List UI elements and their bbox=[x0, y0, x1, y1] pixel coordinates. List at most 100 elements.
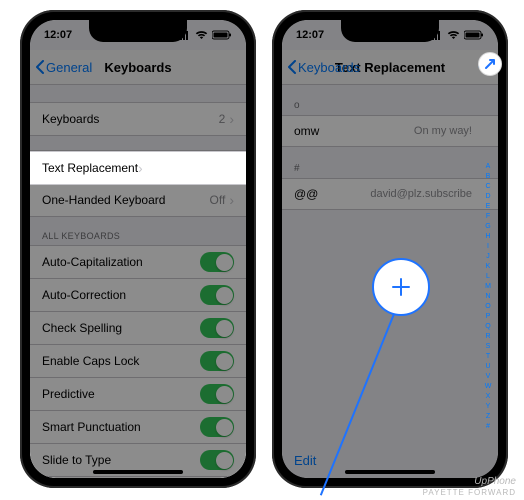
index-letter[interactable]: Q bbox=[482, 322, 494, 332]
index-letter[interactable]: # bbox=[482, 422, 494, 432]
index-strip[interactable]: ABCDEFGHIJKLMNOPQRSTUVWXYZ# bbox=[482, 162, 494, 438]
annotation-add-highlight bbox=[478, 52, 502, 76]
nav-title: Keyboards bbox=[104, 60, 171, 75]
phrase-label: omw bbox=[294, 124, 319, 138]
index-letter[interactable]: E bbox=[482, 202, 494, 212]
index-letter[interactable]: N bbox=[482, 292, 494, 302]
phrase-label: @@ bbox=[294, 187, 318, 201]
index-letter[interactable]: W bbox=[482, 382, 494, 392]
chevron-left-icon bbox=[36, 60, 44, 74]
home-indicator[interactable] bbox=[93, 470, 183, 474]
replacement-row[interactable]: @@ david@plz.subscribe bbox=[282, 178, 498, 210]
toggle-switch[interactable] bbox=[200, 252, 234, 272]
toggle-label: Auto-Capitalization bbox=[42, 255, 143, 269]
index-letter[interactable]: V bbox=[482, 372, 494, 382]
toggle-label: Auto-Correction bbox=[42, 288, 126, 302]
toggle-switch[interactable] bbox=[200, 351, 234, 371]
status-time: 12:07 bbox=[296, 29, 324, 41]
index-letter[interactable]: B bbox=[482, 172, 494, 182]
toggle-label: Check Spelling bbox=[42, 321, 122, 335]
replacement-label: david@plz.subscribe bbox=[370, 188, 472, 200]
back-button[interactable]: General bbox=[36, 60, 92, 75]
toggle-row[interactable]: Auto-Capitalization bbox=[30, 245, 246, 279]
watermark-l2: PAYETTE FORWARD bbox=[423, 487, 516, 498]
back-button[interactable]: Keyboards bbox=[288, 60, 360, 75]
index-letter[interactable]: J bbox=[482, 252, 494, 262]
index-letter[interactable]: K bbox=[482, 262, 494, 272]
keyboards-label: Keyboards bbox=[42, 112, 99, 126]
chevron-right-icon: › bbox=[138, 160, 143, 176]
index-letter[interactable]: A bbox=[482, 162, 494, 172]
toggles-list: Auto-Capitalization Auto-Correction Check … bbox=[30, 245, 246, 478]
toggle-label: Enable Caps Lock bbox=[42, 354, 139, 368]
index-letter[interactable]: G bbox=[482, 222, 494, 232]
status-time: 12:07 bbox=[44, 29, 72, 41]
screen-right: 12:07 Keyboards Text Replacement + o omw O… bbox=[282, 20, 498, 478]
index-letter[interactable]: R bbox=[482, 332, 494, 342]
phone-right: 12:07 Keyboards Text Replacement + o omw O… bbox=[272, 10, 508, 488]
toggle-row[interactable]: Delete Slide-to-Type by Word bbox=[30, 477, 246, 478]
toggle-switch[interactable] bbox=[200, 384, 234, 404]
toggle-switch[interactable] bbox=[200, 417, 234, 437]
annotation-plus-callout bbox=[372, 258, 430, 316]
toggle-row[interactable]: Auto-Correction bbox=[30, 279, 246, 312]
section-header: # bbox=[282, 147, 498, 178]
index-letter[interactable]: X bbox=[482, 392, 494, 402]
nav-bar: Keyboards Text Replacement + bbox=[282, 50, 498, 85]
index-letter[interactable]: L bbox=[482, 272, 494, 282]
watermark-l1: UpPhone bbox=[423, 476, 516, 487]
edit-button[interactable]: Edit bbox=[294, 453, 316, 468]
chevron-left-icon bbox=[288, 60, 296, 74]
battery-icon bbox=[212, 30, 232, 40]
toggle-row[interactable]: Check Spelling bbox=[30, 312, 246, 345]
keyboards-count: 2 bbox=[219, 112, 226, 126]
index-letter[interactable]: Z bbox=[482, 412, 494, 422]
text-replacement-highlight[interactable]: Text Replacement › bbox=[30, 152, 246, 184]
toggle-label: Predictive bbox=[42, 387, 95, 401]
toggle-row[interactable]: Smart Punctuation bbox=[30, 411, 246, 444]
keyboards-row[interactable]: Keyboards 2› bbox=[30, 102, 246, 136]
index-letter[interactable]: S bbox=[482, 342, 494, 352]
index-letter[interactable]: O bbox=[482, 302, 494, 312]
arrow-icon bbox=[483, 57, 497, 71]
index-letter[interactable]: P bbox=[482, 312, 494, 322]
replacement-row[interactable]: omw On my way! bbox=[282, 115, 498, 147]
one-handed-value: Off bbox=[210, 193, 226, 207]
battery-icon bbox=[464, 30, 484, 40]
index-letter[interactable]: T bbox=[482, 352, 494, 362]
watermark: UpPhone PAYETTE FORWARD bbox=[423, 476, 516, 498]
back-label: Keyboards bbox=[298, 60, 360, 75]
index-letter[interactable]: I bbox=[482, 242, 494, 252]
index-letter[interactable]: H bbox=[482, 232, 494, 242]
nav-bar: General Keyboards bbox=[30, 50, 246, 85]
section-header: o bbox=[282, 84, 498, 115]
index-letter[interactable]: D bbox=[482, 192, 494, 202]
back-label: General bbox=[46, 60, 92, 75]
all-keyboards-header: ALL KEYBOARDS bbox=[30, 217, 246, 245]
home-indicator[interactable] bbox=[345, 470, 435, 474]
wifi-icon bbox=[195, 30, 208, 40]
one-handed-row[interactable]: One-Handed Keyboard Off› bbox=[30, 184, 246, 217]
text-replacement-highlight-label: Text Replacement bbox=[42, 161, 138, 175]
toggle-row[interactable]: Predictive bbox=[30, 378, 246, 411]
index-letter[interactable]: C bbox=[482, 182, 494, 192]
toggle-label: Slide to Type bbox=[42, 453, 111, 467]
toggle-label: Smart Punctuation bbox=[42, 420, 141, 434]
notch bbox=[341, 20, 439, 42]
toggle-switch[interactable] bbox=[200, 285, 234, 305]
index-letter[interactable]: F bbox=[482, 212, 494, 222]
index-letter[interactable]: Y bbox=[482, 402, 494, 412]
toggle-switch[interactable] bbox=[200, 318, 234, 338]
notch bbox=[89, 20, 187, 42]
screen-left: 12:07 General Keyboards Keyboards bbox=[30, 20, 246, 478]
toggle-row[interactable]: Enable Caps Lock bbox=[30, 345, 246, 378]
toggle-switch[interactable] bbox=[200, 450, 234, 470]
wifi-icon bbox=[447, 30, 460, 40]
keyboards-group: Keyboards 2› bbox=[30, 102, 246, 136]
index-letter[interactable]: U bbox=[482, 362, 494, 372]
chevron-right-icon: › bbox=[229, 111, 234, 127]
content-left: Keyboards 2› Text Replacement › One-Hand… bbox=[30, 84, 246, 478]
replacement-label: On my way! bbox=[414, 125, 472, 137]
index-letter[interactable]: M bbox=[482, 282, 494, 292]
chevron-right-icon: › bbox=[229, 192, 234, 208]
